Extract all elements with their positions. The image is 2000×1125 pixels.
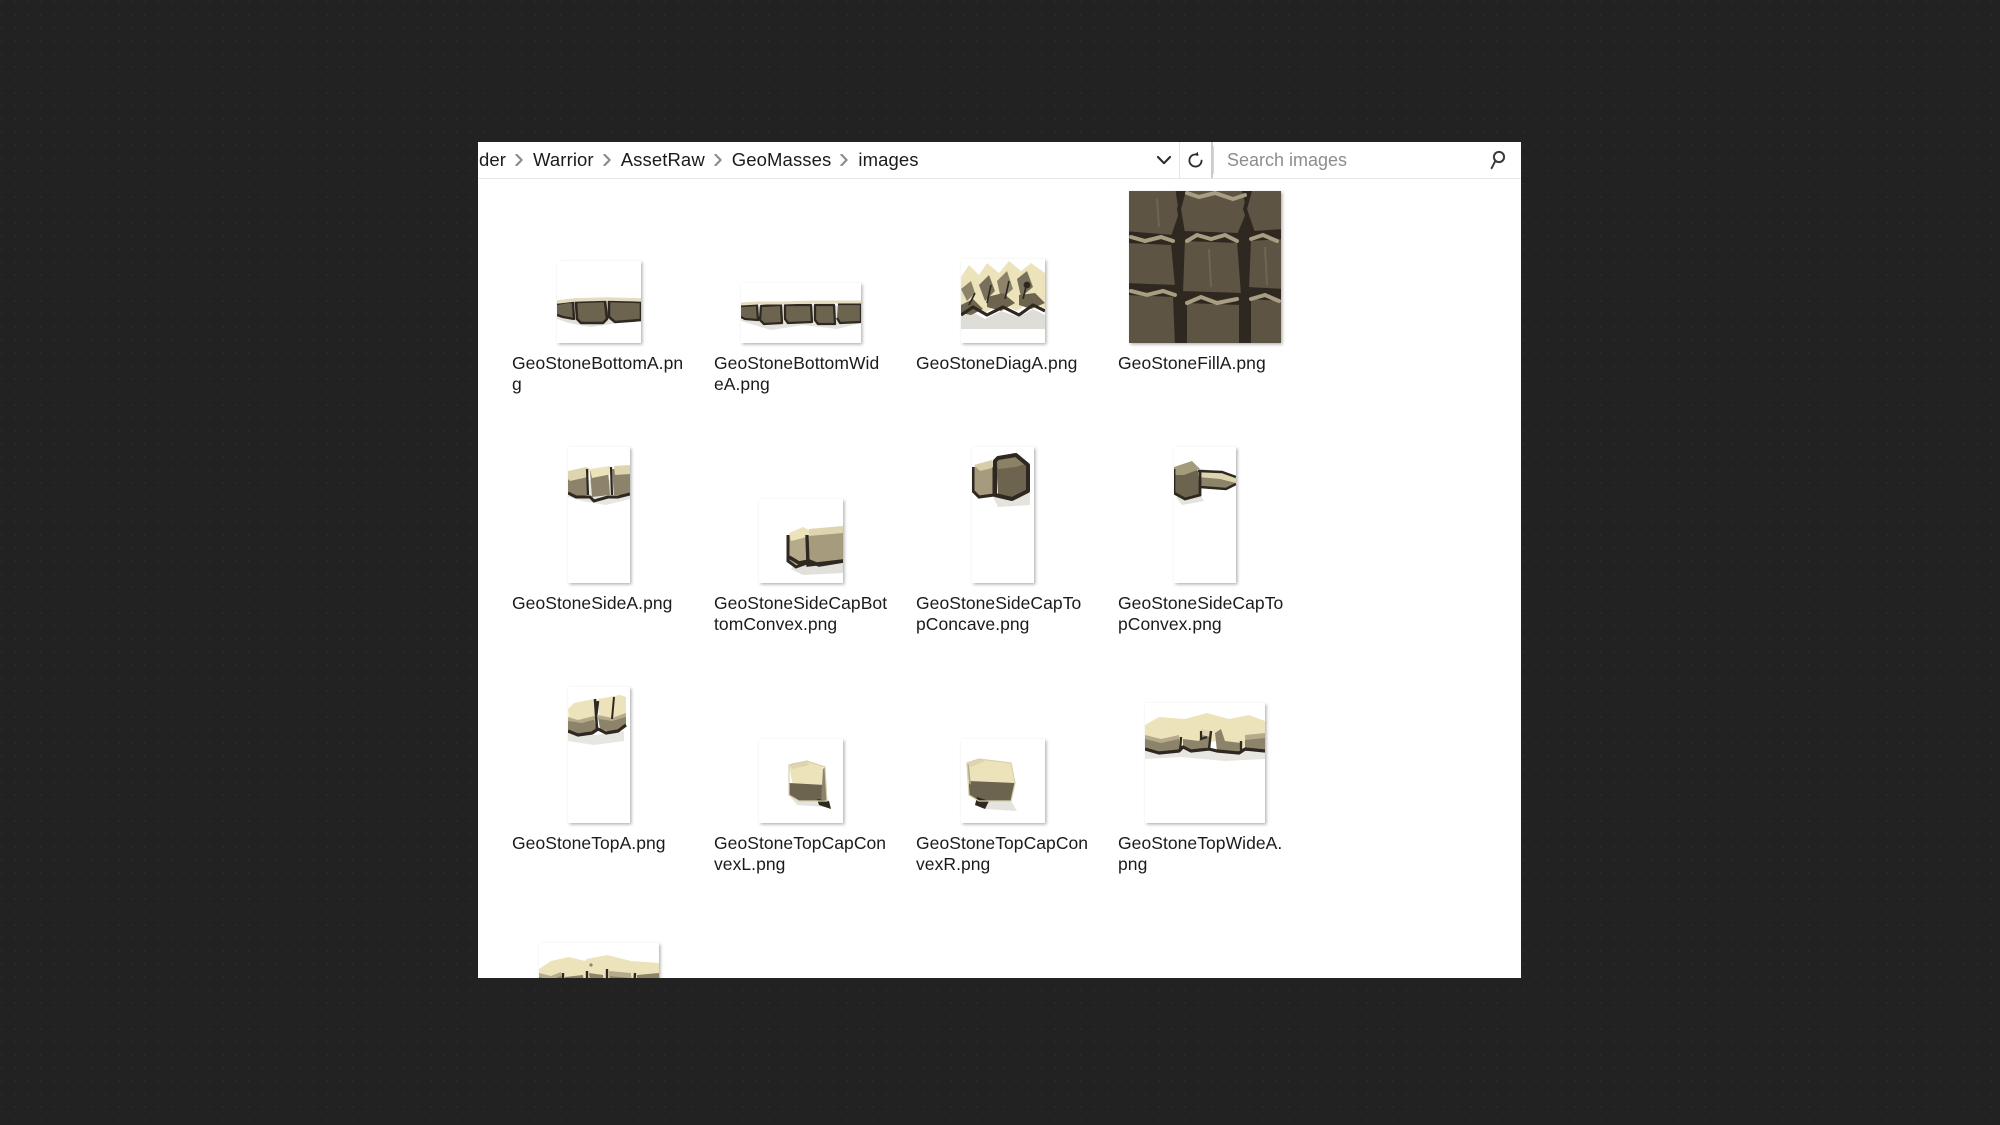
thumbnail-stone-top-wide-a	[1145, 703, 1265, 823]
file-item[interactable]: GeoStoneSideCapTopConcave.png	[902, 443, 1104, 683]
explorer-toolbar: der Warrior AssetRaw GeoMasses images	[478, 142, 1521, 179]
thumbnail-area	[498, 443, 700, 583]
chevron-right-icon-1	[598, 154, 617, 166]
file-label: GeoStoneSideCapTopConcave.png	[916, 593, 1082, 634]
breadcrumb: der Warrior AssetRaw GeoMasses images	[478, 142, 1149, 178]
thumbnail-area	[1104, 443, 1306, 583]
thumbnail-area	[902, 683, 1104, 823]
thumbnail-stone-fill-a	[1129, 191, 1281, 343]
search-box[interactable]	[1212, 142, 1521, 178]
file-label: GeoStoneSideCapTopConvex.png	[1118, 593, 1284, 634]
thumbnail-area	[498, 683, 700, 823]
file-item[interactable]: GeoStoneSideCapBottomConvex.png	[700, 443, 902, 683]
breadcrumb-item-0[interactable]: der	[479, 150, 510, 170]
thumbnail-area	[902, 443, 1104, 583]
chevron-right-icon-2	[709, 154, 728, 166]
refresh-icon[interactable]	[1179, 142, 1211, 178]
file-explorer-window: der Warrior AssetRaw GeoMasses images Se…	[478, 142, 1521, 978]
file-label: GeoStoneSideCapBottomConvex.png	[714, 593, 888, 634]
chevron-right-icon-0	[510, 154, 529, 166]
file-label: GeoStoneDiagA.png	[916, 353, 1078, 373]
thumbnail-stone-top-wide-b	[539, 943, 659, 978]
thumbnail-area	[902, 203, 1104, 343]
thumbnail-area	[700, 443, 902, 583]
file-label: GeoStoneTopWideA.png	[1118, 833, 1283, 874]
file-label: GeoStoneBottomA.png	[512, 353, 684, 394]
thumbnail-stone-topcap-convex-r	[961, 739, 1045, 823]
thumbnail-area	[498, 203, 700, 343]
search-icon[interactable]	[1481, 149, 1521, 171]
chevron-down-icon[interactable]	[1149, 142, 1179, 178]
thumbnail-stone-diag-a	[961, 259, 1045, 343]
file-item[interactable]: GeoStoneTopWideA.png	[1104, 683, 1306, 923]
file-item[interactable]: GeoStoneBottomA.png	[498, 203, 700, 443]
chevron-right-icon-3	[835, 154, 854, 166]
breadcrumb-item-1[interactable]: Warrior	[529, 150, 598, 170]
file-item[interactable]: GeoStoneTopA.png	[498, 683, 700, 923]
thumbnail-stone-topcap-convex-l	[759, 739, 843, 823]
search-input[interactable]	[1213, 149, 1481, 171]
thumbnail-stone-side-a	[568, 447, 630, 583]
breadcrumb-item-4[interactable]: images	[854, 150, 922, 170]
thumbnail-area	[1104, 683, 1306, 823]
address-bar[interactable]: der Warrior AssetRaw GeoMasses images	[478, 142, 1212, 178]
thumbnail-area	[498, 923, 700, 978]
file-item[interactable]: GeoStoneTopCapConvexL.png	[700, 683, 902, 923]
thumbnail-stone-sidecap-top-convex	[1174, 447, 1236, 583]
thumbnail-area	[700, 203, 902, 343]
file-label: GeoStoneFillA.png	[1118, 353, 1266, 373]
file-label: GeoStoneBottomWideA.png	[714, 353, 880, 394]
file-label: GeoStoneTopCapConvexR.png	[916, 833, 1089, 874]
thumbnail-stone-bottom-a	[557, 261, 641, 343]
file-item[interactable]: GeoStoneTopCapConvexR.png	[902, 683, 1104, 923]
file-list-grid: GeoStoneBottomA.png GeoStoneBottomWideA.…	[478, 179, 1521, 978]
file-item[interactable]: GeoStoneSideCapTopConvex.png	[1104, 443, 1306, 683]
thumbnail-stone-top-a	[568, 687, 630, 823]
file-item[interactable]: GeoStoneFillA.png	[1104, 191, 1306, 443]
file-item[interactable]: GeoStoneSideA.png	[498, 443, 700, 683]
thumbnail-stone-sidecap-top-concave	[972, 447, 1034, 583]
thumbnail-area	[1104, 191, 1306, 343]
file-label: GeoStoneTopCapConvexL.png	[714, 833, 887, 874]
thumbnail-stone-sidecap-bottom-convex	[759, 499, 843, 583]
thumbnail-area	[700, 683, 902, 823]
breadcrumb-item-3[interactable]: GeoMasses	[728, 150, 836, 170]
file-label: GeoStoneTopA.png	[512, 833, 666, 853]
file-item[interactable]: GeoStoneBottomWideA.png	[700, 203, 902, 443]
breadcrumb-item-2[interactable]: AssetRaw	[617, 150, 709, 170]
file-item[interactable]: GeoStoneDiagA.png	[902, 203, 1104, 443]
thumbnail-stone-bottom-wide-a	[741, 283, 861, 343]
file-item[interactable]: GeoStoneTopWideB.png	[498, 923, 700, 978]
file-label: GeoStoneSideA.png	[512, 593, 673, 613]
